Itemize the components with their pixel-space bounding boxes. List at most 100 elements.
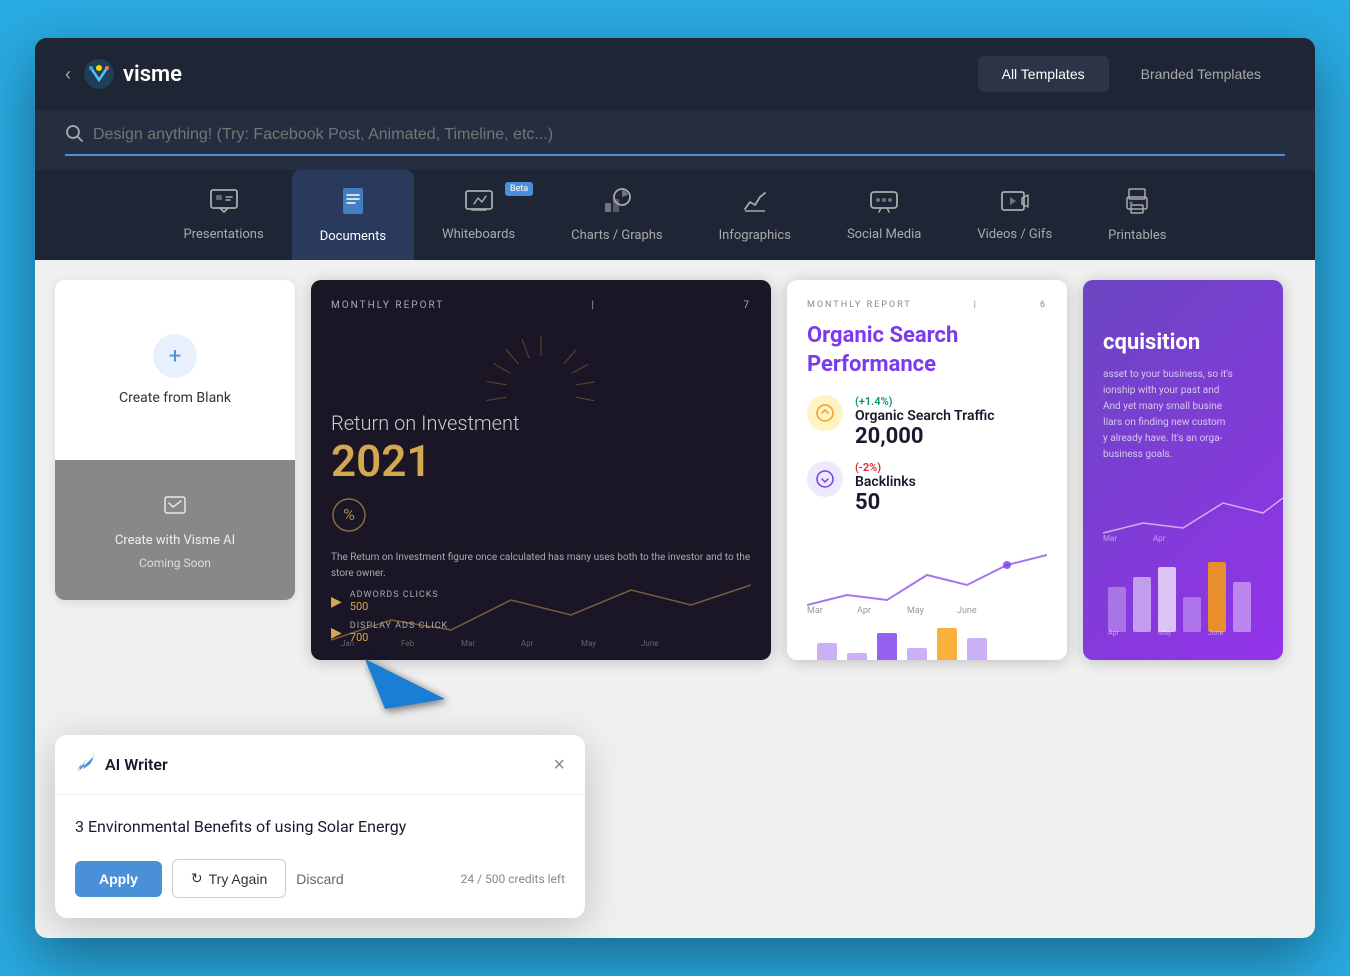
- cat-label-charts: Charts / Graphs: [571, 228, 662, 243]
- back-button[interactable]: ‹: [65, 64, 71, 85]
- dialog-title-row: AI Writer: [75, 751, 168, 778]
- content-area: + Create from Blank Create with Visme AI…: [35, 260, 1315, 938]
- plus-icon: +: [153, 334, 197, 378]
- search-icon: [65, 124, 83, 146]
- metric-row-1: (+1.4%) Organic Search Traffic 20,000: [807, 395, 1047, 449]
- cat-charts[interactable]: Charts / Graphs: [543, 171, 690, 259]
- template-card-organic[interactable]: MONTHLY REPORT | 6 Organic Search Perfor…: [787, 280, 1067, 660]
- cat-label-videos: Videos / Gifs: [977, 227, 1052, 242]
- cat-label-infographics: Infographics: [719, 228, 791, 243]
- template-tabs: All Templates Branded Templates: [978, 56, 1285, 92]
- svg-text:June: June: [1208, 629, 1224, 637]
- close-dialog-button[interactable]: ×: [553, 755, 565, 775]
- logo: visme: [83, 58, 182, 90]
- dialog-header: AI Writer ×: [55, 735, 585, 795]
- report-header: MONTHLY REPORT | 7: [331, 300, 751, 311]
- whiteboards-icon: [464, 188, 494, 219]
- presentations-icon: [209, 188, 239, 219]
- apply-button[interactable]: Apply: [75, 861, 162, 897]
- metric-row-2: (-2%) Backlinks 50: [807, 461, 1047, 515]
- template-card-roi[interactable]: MONTHLY REPORT | 7: [311, 280, 771, 660]
- light-report-divider: |: [974, 300, 978, 310]
- mini-line-chart: Mar Apr May June: [807, 535, 1047, 615]
- bottom-chart: Jan Feb Mar Apr May June: [331, 570, 751, 650]
- svg-text:Jan: Jan: [341, 639, 354, 648]
- svg-text:May: May: [581, 639, 596, 648]
- credits-text: 24 / 500 credits left: [461, 872, 565, 886]
- discard-button[interactable]: Discard: [296, 871, 343, 887]
- search-wrapper: [65, 124, 1285, 156]
- report-divider: |: [592, 300, 596, 311]
- metric-icon-1: [807, 395, 843, 431]
- charts-icon: [602, 187, 632, 220]
- cat-videos[interactable]: Videos / Gifs: [949, 172, 1080, 258]
- acq-bar-chart: Apr May June: [1103, 557, 1283, 637]
- sunburst: [331, 331, 751, 401]
- branded-templates-tab[interactable]: Branded Templates: [1117, 56, 1285, 92]
- dialog-actions: Apply ↻ Try Again Discard 24 / 500 credi…: [75, 859, 565, 898]
- try-again-button[interactable]: ↻ Try Again: [172, 859, 286, 898]
- quill-icon: [75, 751, 97, 778]
- metric-data-2: (-2%) Backlinks 50: [855, 461, 916, 515]
- cat-label-printables: Printables: [1108, 228, 1166, 243]
- svg-text:Apr: Apr: [521, 639, 534, 648]
- light-report-header: MONTHLY REPORT | 6: [807, 300, 1047, 310]
- svg-text:June: June: [641, 639, 658, 648]
- template-card-acquisition[interactable]: cquisition asset to your business, so it…: [1083, 280, 1283, 660]
- svg-text:May: May: [1158, 629, 1172, 637]
- svg-text:Feb: Feb: [401, 639, 415, 648]
- ai-icon: [161, 491, 189, 525]
- ai-label: Create with Visme AI: [115, 533, 235, 548]
- videos-icon: [1000, 188, 1030, 219]
- metric-value-1: 20,000: [855, 424, 995, 449]
- svg-text:Mar: Mar: [1103, 534, 1117, 543]
- metric-badge-1: (+1.4%): [855, 395, 995, 408]
- dialog-content: 3 Environmental Benefits of using Solar …: [55, 795, 585, 918]
- cat-documents[interactable]: Documents: [292, 170, 414, 260]
- bottom-bar-chart: Apr May June: [807, 623, 1047, 660]
- svg-text:Mar: Mar: [807, 606, 823, 615]
- acq-title: cquisition: [1103, 330, 1263, 355]
- app-window: ‹ visme All Templates Branded Templates: [35, 38, 1315, 938]
- generated-text: 3 Environmental Benefits of using Solar …: [75, 815, 565, 839]
- svg-text:May: May: [907, 606, 925, 615]
- category-nav: Presentations Documents Beta Whit: [35, 170, 1315, 260]
- create-blank-top: + Create from Blank: [119, 280, 231, 460]
- create-blank-label: Create from Blank: [119, 390, 231, 406]
- report-page: 7: [743, 300, 751, 311]
- metric-label-2: Backlinks: [855, 474, 916, 490]
- cat-social[interactable]: Social Media: [819, 172, 949, 258]
- search-input[interactable]: [93, 126, 1285, 144]
- light-report-page: 6: [1040, 300, 1047, 310]
- coming-soon-label: Coming Soon: [139, 556, 211, 570]
- report-title: MONTHLY REPORT: [331, 300, 444, 311]
- metric-data-1: (+1.4%) Organic Search Traffic 20,000: [855, 395, 995, 449]
- cat-presentations[interactable]: Presentations: [155, 172, 291, 258]
- cat-whiteboards[interactable]: Beta Whiteboards: [414, 172, 543, 258]
- metric-icon-2: [807, 461, 843, 497]
- visme-logo-icon: [83, 58, 115, 90]
- metric-label-1: Organic Search Traffic: [855, 408, 995, 424]
- svg-text:Apr: Apr: [1108, 629, 1119, 637]
- acq-chart: Mar Apr: [1103, 483, 1283, 543]
- cat-label-social: Social Media: [847, 227, 921, 242]
- documents-icon: [339, 186, 367, 221]
- all-templates-tab[interactable]: All Templates: [978, 56, 1109, 92]
- cat-printables[interactable]: Printables: [1080, 171, 1194, 259]
- svg-text:%: %: [343, 505, 355, 524]
- light-report-title: MONTHLY REPORT: [807, 300, 912, 310]
- social-icon: [869, 188, 899, 219]
- create-blank-card[interactable]: + Create from Blank Create with Visme AI…: [55, 280, 295, 600]
- roi-title-text: Return on Investment: [331, 411, 751, 435]
- dialog-title-text: AI Writer: [105, 755, 168, 774]
- cat-label-documents: Documents: [320, 229, 386, 244]
- cat-infographics[interactable]: Infographics: [691, 171, 819, 259]
- beta-badge: Beta: [505, 182, 533, 196]
- svg-text:June: June: [957, 606, 977, 615]
- roi-year: 2021: [331, 435, 751, 487]
- refresh-icon: ↻: [191, 870, 203, 887]
- svg-text:Apr: Apr: [1153, 534, 1166, 543]
- create-ai-section: Create with Visme AI Coming Soon: [55, 460, 295, 600]
- acq-desc: asset to your business, so it'sionship w…: [1103, 367, 1263, 463]
- metric-value-2: 50: [855, 490, 916, 515]
